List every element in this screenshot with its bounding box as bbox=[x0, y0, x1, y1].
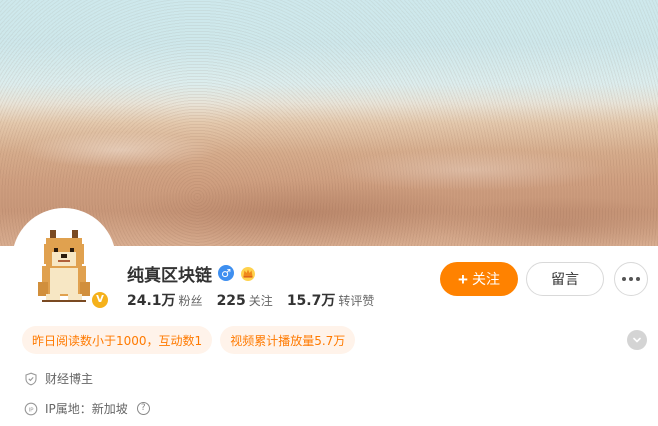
stat-followers[interactable]: 24.1万 粉丝 bbox=[127, 290, 203, 310]
more-button[interactable] bbox=[614, 262, 648, 296]
chevron-down-icon bbox=[633, 337, 641, 343]
message-label: 留言 bbox=[551, 271, 579, 287]
stat-label: 粉丝 bbox=[178, 294, 203, 308]
tag-video-plays[interactable]: 视频累计播放量5.7万 bbox=[220, 326, 356, 354]
ip-location-text: IP属地：新加坡 bbox=[45, 402, 128, 416]
follow-button[interactable]: + 关注 bbox=[440, 262, 518, 296]
verified-v-icon: V bbox=[90, 290, 110, 310]
message-button[interactable]: 留言 bbox=[526, 262, 604, 296]
stat-label: 转评赞 bbox=[338, 294, 375, 308]
stat-reposts-comments-likes[interactable]: 15.7万 转评赞 bbox=[287, 290, 375, 310]
ip-icon: IP bbox=[24, 402, 38, 415]
profile-tags: 昨日阅读数小于1000，互动数1 视频累计播放量5.7万 bbox=[22, 326, 356, 354]
name-row: 纯真区块链 ♂ bbox=[127, 261, 256, 286]
male-icon: ♂ bbox=[218, 265, 234, 281]
cover-sky bbox=[0, 0, 658, 110]
ip-location-line: IP IP属地：新加坡 ? bbox=[24, 400, 150, 417]
nickname[interactable]: 纯真区块链 bbox=[127, 261, 212, 286]
cover-banner-image bbox=[0, 0, 658, 246]
svg-text:IP: IP bbox=[28, 407, 34, 413]
stat-value: 15.7万 bbox=[286, 293, 336, 309]
stat-following[interactable]: 225 关注 bbox=[217, 292, 273, 309]
more-dots-icon bbox=[629, 277, 633, 281]
follow-label: 关注 bbox=[471, 271, 500, 287]
question-icon[interactable]: ? bbox=[136, 402, 150, 415]
more-dots-icon bbox=[622, 277, 626, 281]
plus-icon: + bbox=[458, 269, 468, 289]
more-dots-icon bbox=[636, 277, 640, 281]
category-line: 财经博主 bbox=[24, 370, 93, 387]
shield-icon bbox=[25, 372, 37, 385]
category-text: 财经博主 bbox=[45, 372, 94, 386]
crown-icon[interactable] bbox=[240, 265, 256, 281]
stat-label: 关注 bbox=[248, 294, 273, 308]
stats-row: 24.1万 粉丝 225 关注 15.7万 转评赞 bbox=[127, 290, 374, 310]
stat-value: 24.1万 bbox=[127, 293, 176, 309]
expand-button[interactable] bbox=[627, 330, 647, 350]
stat-value: 225 bbox=[216, 293, 246, 309]
tag-reading-stats[interactable]: 昨日阅读数小于1000，互动数1 bbox=[22, 326, 213, 354]
